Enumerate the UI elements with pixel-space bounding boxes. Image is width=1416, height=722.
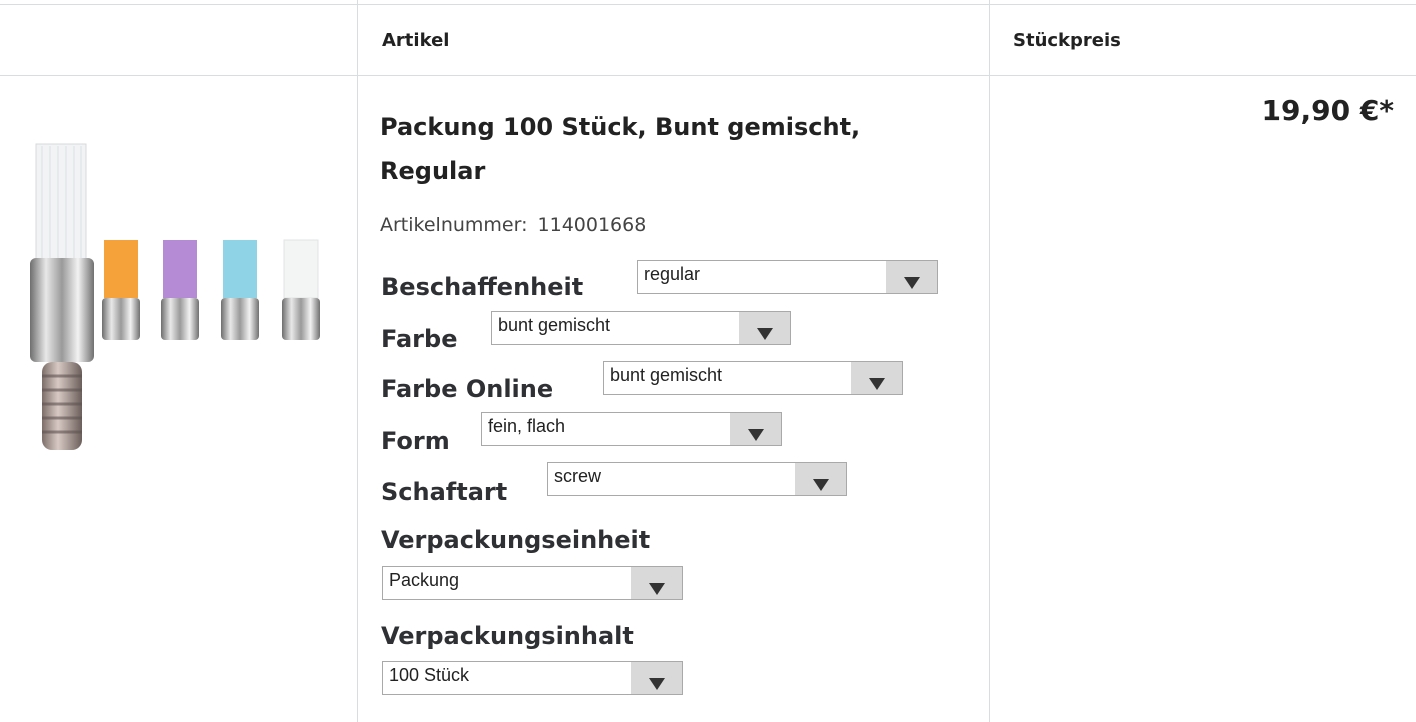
unit-price: 19,90 €* (1261, 94, 1394, 127)
select-farbe[interactable]: bunt gemischt (491, 311, 791, 345)
select-verpackungsinhalt-value: 100 Stück (389, 665, 470, 685)
header-artikel: Artikel (382, 30, 450, 51)
product-title[interactable]: Packung 100 Stück, Bunt gemischt, Regula… (380, 105, 970, 193)
select-farbe-online[interactable]: bunt gemischt (603, 361, 903, 395)
option-label-verpackungsinhalt: Verpackungsinhalt (381, 622, 634, 650)
chevron-down-icon (748, 429, 764, 441)
select-verpackungsinhalt[interactable]: 100 Stück (382, 661, 683, 695)
article-number-value: 114001668 (537, 214, 647, 236)
select-beschaffenheit[interactable]: regular (637, 260, 938, 294)
chevron-down-icon (757, 328, 773, 340)
product-table: Artikel Stückpreis Packung 100 Stück, Bu… (0, 0, 1416, 722)
article-number: Artikelnummer: 114001668 (380, 214, 646, 236)
select-form-value: fein, flach (488, 416, 566, 436)
header-divider (0, 75, 1416, 76)
select-beschaffenheit-value: regular (644, 264, 701, 284)
select-verpackungseinheit[interactable]: Packung (382, 566, 683, 600)
column-divider-2 (989, 0, 990, 722)
chevron-down-icon (813, 479, 829, 491)
option-label-farbe-online: Farbe Online (381, 375, 554, 403)
table-top-border (0, 4, 1416, 5)
option-label-form: Form (381, 427, 450, 455)
chevron-down-icon (869, 378, 885, 390)
select-farbe-online-value: bunt gemischt (610, 365, 723, 385)
select-verpackungseinheit-value: Packung (389, 570, 460, 590)
select-schaftart[interactable]: screw (547, 462, 847, 496)
header-stueckpreis: Stückpreis (1013, 30, 1121, 51)
option-label-schaftart: Schaftart (381, 478, 508, 506)
column-divider-1 (357, 0, 358, 722)
article-number-label: Artikelnummer: (380, 214, 528, 236)
brush-product-image[interactable] (28, 140, 338, 460)
option-label-beschaffenheit: Beschaffenheit (381, 273, 584, 301)
chevron-down-icon (649, 678, 665, 690)
select-form[interactable]: fein, flach (481, 412, 782, 446)
option-label-verpackungseinheit: Verpackungseinheit (381, 526, 651, 554)
chevron-down-icon (649, 583, 665, 595)
chevron-down-icon (904, 277, 920, 289)
select-schaftart-value: screw (554, 466, 602, 486)
option-label-farbe: Farbe (381, 325, 458, 353)
select-farbe-value: bunt gemischt (498, 315, 611, 335)
